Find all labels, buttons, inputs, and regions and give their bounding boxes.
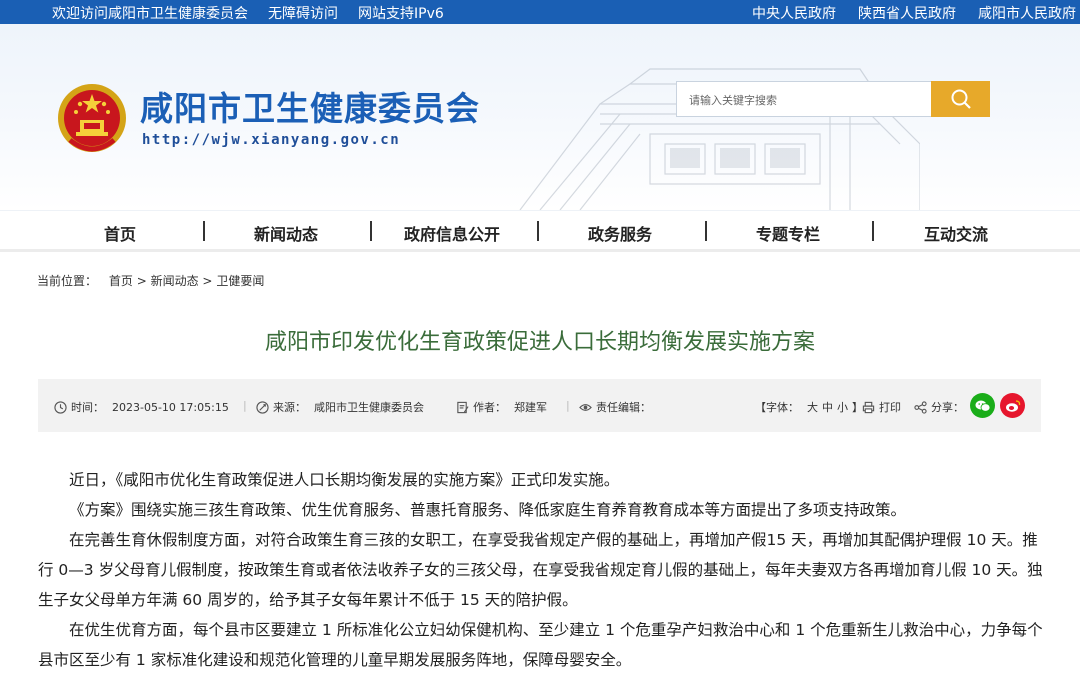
search-input[interactable]: 请输入关键字搜索 bbox=[676, 81, 932, 117]
article-paragraph: 在优生优育方面，每个县市区要建立 1 所标准化公立妇幼保健机构、至少建立 1 个… bbox=[38, 621, 1043, 669]
breadcrumb-label: 当前位置： bbox=[37, 274, 98, 288]
nav-divider bbox=[872, 221, 874, 241]
site-header: 咸阳市卫生健康委员会 http://wjw.xianyang.gov.cn 请输… bbox=[0, 24, 1080, 210]
breadcrumb: 当前位置： 首页 > 新闻动态 > 卫健要闻 bbox=[37, 272, 264, 289]
share-icon bbox=[914, 400, 927, 414]
breadcrumb-news[interactable]: 新闻动态 bbox=[151, 274, 199, 288]
meta-time-value: 2023-05-10 17:05:15 bbox=[112, 400, 229, 414]
share-label-group: 分享： bbox=[914, 399, 964, 415]
central-gov-link[interactable]: 中央人民政府 bbox=[752, 3, 836, 23]
meta-source: 来源： 咸阳市卫生健康委员会 bbox=[256, 399, 424, 415]
meta-editor-label: 责任编辑： bbox=[596, 401, 651, 414]
clock-icon bbox=[54, 400, 67, 414]
article-paragraph: 《方案》围绕实施三孩生育政策、优生优育服务、普惠托育服务、降低家庭生育养育教育成… bbox=[69, 501, 907, 519]
nav-item-services[interactable]: 政务服务 bbox=[588, 221, 652, 245]
font-large-button[interactable]: 大 bbox=[807, 399, 818, 415]
nav-divider bbox=[705, 221, 707, 241]
site-title[interactable]: 咸阳市卫生健康委员会 bbox=[140, 82, 480, 130]
nav-divider bbox=[370, 221, 372, 241]
weibo-share-button[interactable] bbox=[1000, 393, 1025, 418]
nav-item-gov-info[interactable]: 政府信息公开 bbox=[404, 221, 500, 245]
article-paragraph: 近日，《咸阳市优化生育政策促进人口长期均衡发展的实施方案》正式印发实施。 bbox=[69, 471, 620, 489]
meta-divider: | bbox=[566, 399, 570, 412]
font-small-button[interactable]: 小 bbox=[837, 399, 848, 415]
search-icon bbox=[951, 89, 971, 109]
nav-divider bbox=[537, 221, 539, 241]
nav-item-interaction[interactable]: 互动交流 bbox=[924, 221, 988, 245]
accessible-link[interactable]: 无障碍访问 bbox=[268, 3, 338, 23]
weibo-icon bbox=[1005, 399, 1020, 412]
xianyang-gov-link[interactable]: 咸阳市人民政府 bbox=[978, 3, 1076, 23]
article-meta-bar: 时间： 2023-05-10 17:05:15 | 来源： 咸阳市卫生健康委员会… bbox=[38, 379, 1041, 432]
search-button[interactable] bbox=[931, 81, 990, 117]
breadcrumb-home[interactable]: 首页 bbox=[109, 274, 133, 288]
meta-editor: 责任编辑： bbox=[579, 399, 651, 415]
print-button[interactable]: 打印 bbox=[862, 399, 901, 415]
print-icon bbox=[862, 401, 875, 413]
meta-divider: | bbox=[243, 399, 247, 412]
article-body: 近日，《咸阳市优化生育政策促进人口长期均衡发展的实施方案》正式印发实施。 《方案… bbox=[38, 465, 1043, 674]
nav-item-topics[interactable]: 专题专栏 bbox=[756, 221, 820, 245]
meta-time-label: 时间： bbox=[71, 401, 104, 414]
meta-author-label: 作者： bbox=[473, 401, 506, 414]
font-medium-button[interactable]: 中 bbox=[822, 399, 833, 415]
meta-author: 作者： 郑建军 bbox=[456, 399, 547, 415]
wechat-icon bbox=[975, 400, 990, 412]
welcome-text: 欢迎访问咸阳市卫生健康委员会 bbox=[52, 6, 248, 22]
nav-item-news[interactable]: 新闻动态 bbox=[254, 221, 318, 245]
breadcrumb-health-news[interactable]: 卫健要闻 bbox=[216, 274, 264, 288]
source-icon bbox=[256, 400, 269, 414]
font-size-control: 【字体： 大 中 小 】 bbox=[755, 399, 863, 415]
gate-illustration bbox=[519, 68, 920, 210]
site-url: http://wjw.xianyang.gov.cn bbox=[142, 132, 401, 148]
editor-icon bbox=[579, 403, 592, 411]
meta-time: 时间： 2023-05-10 17:05:15 bbox=[54, 399, 229, 415]
top-bar: 欢迎访问咸阳市卫生健康委员会 无障碍访问 网站支持IPv6 中央人民政府 陕西省… bbox=[0, 0, 1080, 24]
meta-source-label: 来源： bbox=[273, 401, 306, 414]
print-label: 打印 bbox=[879, 401, 901, 414]
author-icon bbox=[457, 401, 469, 413]
nav-item-home[interactable]: 首页 bbox=[104, 221, 136, 245]
share-label: 分享： bbox=[931, 401, 964, 414]
national-emblem-icon bbox=[58, 84, 126, 152]
ipv6-link[interactable]: 网站支持IPv6 bbox=[358, 3, 444, 23]
breadcrumb-separator: > bbox=[202, 274, 213, 288]
main-nav: 首页 新闻动态 政府信息公开 政务服务 专题专栏 互动交流 bbox=[0, 210, 1080, 252]
nav-divider bbox=[203, 221, 205, 241]
article-title: 咸阳市印发优化生育政策促进人口长期均衡发展实施方案 bbox=[264, 330, 815, 355]
meta-author-value: 郑建军 bbox=[514, 401, 547, 414]
article-paragraph: 在完善生育休假制度方面，对符合政策生育三孩的女职工，在享受我省规定产假的基础上，… bbox=[38, 531, 1043, 609]
font-size-label: 【字体： bbox=[755, 401, 799, 414]
breadcrumb-separator: > bbox=[136, 274, 147, 288]
wechat-share-button[interactable] bbox=[970, 393, 995, 418]
meta-source-value: 咸阳市卫生健康委员会 bbox=[314, 401, 424, 414]
shaanxi-gov-link[interactable]: 陕西省人民政府 bbox=[858, 3, 956, 23]
